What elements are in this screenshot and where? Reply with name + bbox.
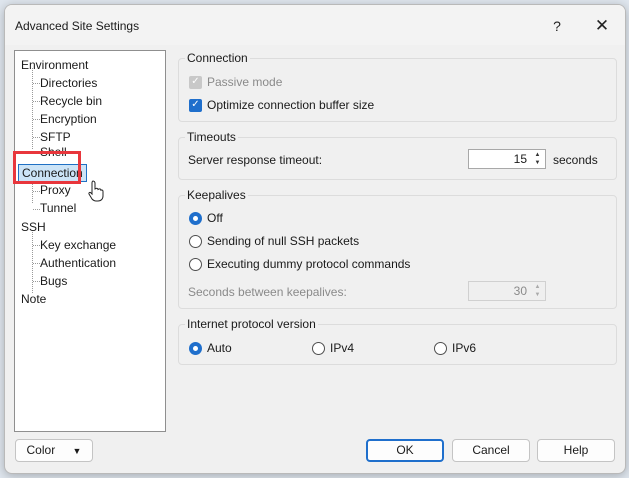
server-response-timeout-label: Server response timeout: [188, 153, 323, 167]
spin-down-icon: ▼ [534, 292, 541, 298]
tree-item-bugs[interactable]: Bugs [40, 273, 67, 290]
spin-up-icon[interactable]: ▲ [531, 151, 544, 159]
highlight-box [13, 151, 81, 184]
tree-item-authentication[interactable]: Authentication [40, 255, 116, 272]
ipv4-label[interactable]: IPv4 [330, 339, 354, 357]
spin-up-icon: ▲ [534, 284, 541, 290]
close-icon[interactable]: ✕ [587, 15, 617, 37]
help-titlebar-button[interactable]: ? [542, 15, 572, 37]
ipv4-radio[interactable] [312, 341, 325, 355]
keepalives-group-title: Keepalives [185, 188, 248, 202]
timeout-unit-label: seconds [553, 153, 598, 167]
cancel-button[interactable]: Cancel [452, 439, 530, 462]
ipv6-option[interactable]: IPv6 [434, 339, 476, 357]
tree-item-environment[interactable]: Environment [21, 57, 88, 74]
keepalive-off-label[interactable]: Off [207, 209, 223, 227]
ipv6-label[interactable]: IPv6 [452, 339, 476, 357]
help-button[interactable]: Help [537, 439, 615, 462]
color-dropdown-button[interactable]: Color ▼ [15, 439, 93, 462]
tree-item-proxy[interactable]: Proxy [40, 182, 71, 199]
seconds-between-keepalives-spinner: 30 ▲ ▼ [468, 281, 546, 301]
timeout-value[interactable]: 15 [514, 152, 527, 166]
seconds-between-keepalives-label: Seconds between keepalives: [188, 285, 347, 299]
keepalive-dummy-commands-option[interactable]: Executing dummy protocol commands [189, 255, 410, 273]
connection-group-title: Connection [185, 51, 250, 65]
keepalive-off-option[interactable]: Off [189, 209, 223, 227]
keepalive-null-ssh-radio[interactable] [189, 234, 202, 248]
advanced-site-settings-dialog: Advanced Site Settings ? ✕ Environment D… [4, 4, 626, 474]
settings-tree[interactable]: Environment Directories Recycle bin Encr… [13, 50, 166, 432]
keepalive-off-radio[interactable] [189, 211, 202, 225]
ipv4-option[interactable]: IPv4 [312, 339, 354, 357]
tree-item-encryption[interactable]: Encryption [40, 111, 97, 128]
ipv6-radio[interactable] [434, 341, 447, 355]
keepalive-null-ssh-option[interactable]: Sending of null SSH packets [189, 232, 359, 250]
passive-mode-checkbox: ✓ [189, 75, 202, 89]
timeouts-group-title: Timeouts [185, 130, 238, 144]
tree-item-directories[interactable]: Directories [40, 75, 97, 92]
tree-item-ssh[interactable]: SSH [21, 219, 46, 236]
server-response-timeout-spinner[interactable]: 15 ▲ ▼ [468, 149, 546, 169]
window-title: Advanced Site Settings [15, 19, 140, 33]
keepalive-null-ssh-label[interactable]: Sending of null SSH packets [207, 232, 359, 250]
timeouts-group: Timeouts Server response timeout: 15 ▲ ▼… [178, 130, 617, 180]
keepalives-group: Keepalives Off Sending of null SSH packe… [178, 188, 617, 309]
passive-mode-option: ✓ Passive mode [189, 73, 282, 91]
tree-item-recycle-bin[interactable]: Recycle bin [40, 93, 102, 110]
keepalive-dummy-commands-label[interactable]: Executing dummy protocol commands [207, 255, 410, 273]
ip-auto-label[interactable]: Auto [207, 339, 232, 357]
tree-connector [32, 230, 33, 293]
connection-group: Connection ✓ Passive mode ✓ Optimize con… [178, 51, 617, 122]
tree-item-note[interactable]: Note [21, 291, 46, 308]
optimize-buffer-checkbox[interactable]: ✓ [189, 98, 202, 112]
color-button-label[interactable]: Color [27, 443, 56, 457]
ip-auto-option[interactable]: Auto [189, 339, 232, 357]
ip-version-group: Internet protocol version Auto IPv4 IPv6 [178, 317, 617, 365]
optimize-buffer-label[interactable]: Optimize connection buffer size [207, 96, 374, 114]
optimize-buffer-option[interactable]: ✓ Optimize connection buffer size [189, 96, 374, 114]
tree-item-key-exchange[interactable]: Key exchange [40, 237, 116, 254]
tree-item-tunnel[interactable]: Tunnel [40, 200, 76, 217]
ok-button[interactable]: OK [366, 439, 444, 462]
ip-version-group-title: Internet protocol version [185, 317, 318, 331]
hand-cursor-icon [88, 180, 104, 202]
dropdown-arrow-icon[interactable]: ▼ [73, 446, 82, 456]
title-bar[interactable]: Advanced Site Settings ? ✕ [5, 5, 625, 45]
passive-mode-label: Passive mode [207, 75, 283, 89]
spin-down-icon[interactable]: ▼ [531, 159, 544, 167]
keepalive-dummy-commands-radio[interactable] [189, 257, 202, 271]
ip-auto-radio[interactable] [189, 341, 202, 355]
keepalive-seconds-value: 30 [513, 284, 527, 298]
